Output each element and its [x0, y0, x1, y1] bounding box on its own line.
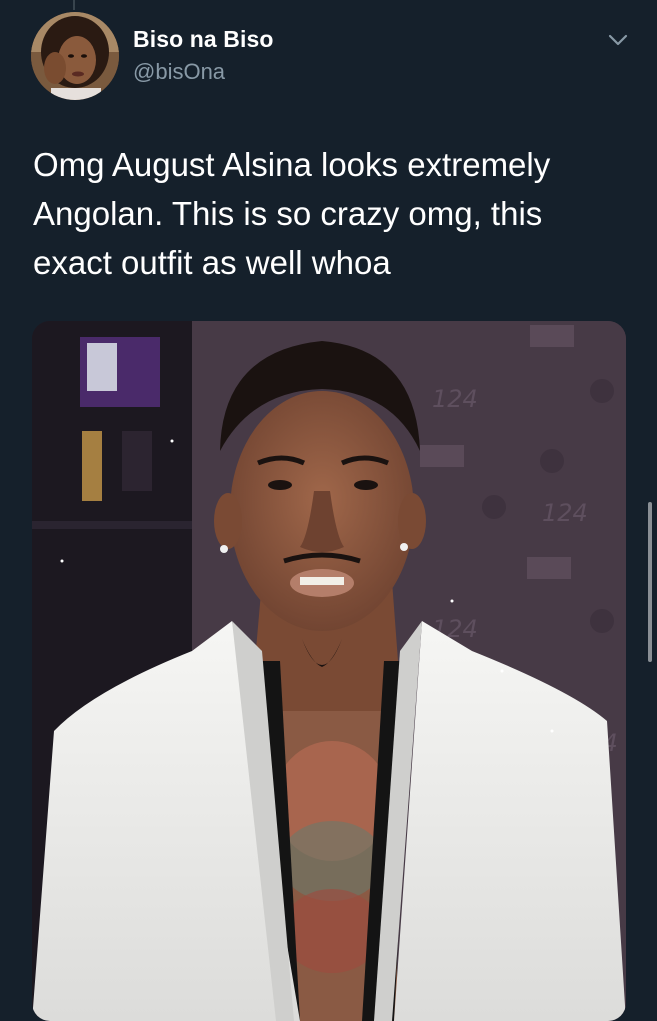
scrollbar[interactable] — [648, 502, 652, 662]
author-handle[interactable]: @bisOna — [133, 59, 225, 85]
tweet-text: Omg August Alsina looks extremely Angola… — [33, 146, 551, 281]
tweet[interactable]: Biso na Biso @bisOna Omg August Alsina l… — [0, 0, 657, 1021]
author-name[interactable]: Biso na Biso — [133, 26, 274, 53]
tweet-media[interactable]: 124 124 124 124 — [32, 321, 626, 1021]
backdrop-logo: 124 — [432, 385, 478, 413]
backdrop-logo: 124 — [542, 499, 588, 527]
avatar-image — [31, 12, 119, 100]
thread-line — [73, 0, 75, 10]
chevron-down-icon[interactable] — [604, 26, 632, 54]
media-photo: 124 124 124 124 — [32, 321, 626, 1021]
avatar[interactable] — [31, 12, 119, 100]
